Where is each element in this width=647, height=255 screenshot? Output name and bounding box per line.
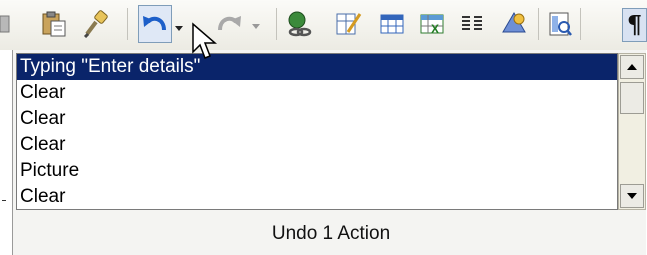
drawing-icon[interactable] [500,10,528,38]
redo-dropdown-button[interactable] [250,10,264,38]
list-item[interactable]: Clear [17,80,617,106]
toolbar-separator [580,8,581,40]
toolbar-separator [276,8,277,40]
redo-dropdown-arrow-icon [252,24,260,29]
scroll-down-button[interactable] [620,184,644,208]
arrow-down-icon [627,193,637,199]
partial-icon[interactable] [0,10,12,38]
document-map-icon[interactable] [546,10,574,38]
scroll-thumb[interactable] [620,82,644,114]
scroll-up-button[interactable] [620,55,644,79]
toolbar-separator [127,8,128,40]
undo-button[interactable] [138,5,172,43]
show-formatting-icon: ¶ [626,10,643,39]
arrow-up-icon [627,64,637,70]
undo-dropdown: Typing "Enter details" Clear Clear Clear… [12,50,646,255]
list-item[interactable]: Clear [17,106,617,132]
hyperlink-icon[interactable] [284,10,312,38]
undo-dropdown-button[interactable] [172,5,188,43]
format-painter-icon[interactable] [82,10,110,39]
toolbar-separator [538,8,539,40]
insert-table-icon[interactable] [378,10,406,38]
show-formatting-button[interactable]: ¶ [622,8,647,42]
divider [2,200,6,201]
list-item[interactable]: Clear [17,132,617,158]
undo-dropdown-arrow-icon [175,26,183,31]
list-item[interactable]: Typing "Enter details" [17,54,617,80]
list-item[interactable]: Clear [17,184,617,209]
draw-table-icon[interactable] [334,10,362,38]
undo-icon [143,16,166,31]
mouse-cursor-icon [192,22,218,59]
svg-text:X: X [431,22,439,36]
paste-icon[interactable] [40,10,68,38]
columns-icon[interactable] [458,10,486,38]
undo-action-list[interactable]: Typing "Enter details" Clear Clear Clear… [16,53,618,210]
list-item[interactable]: Picture [17,158,617,184]
undo-count-label: Undo 1 Action [271,223,391,244]
insert-spreadsheet-icon[interactable]: X [418,10,446,38]
standard-toolbar: X ¶ [0,0,647,50]
vertical-scrollbar[interactable] [618,53,646,210]
